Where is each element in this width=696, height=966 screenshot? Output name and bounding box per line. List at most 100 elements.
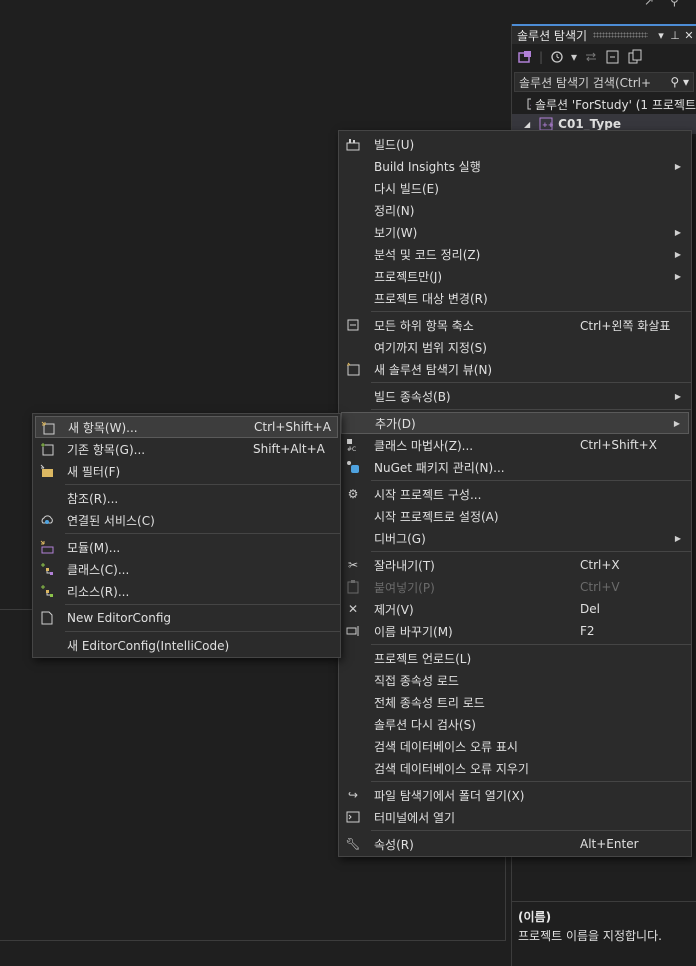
- menu-item-clear-db-errors[interactable]: 검색 데이터베이스 오류 지우기: [339, 757, 691, 779]
- menu-separator: [371, 781, 691, 782]
- menu-item-rename[interactable]: 이름 바꾸기(M) F2: [339, 620, 691, 642]
- menu-item-build[interactable]: 빌드(U): [339, 133, 691, 155]
- existing-item-icon: [39, 441, 55, 457]
- nuget-icon: [345, 459, 361, 475]
- menu-separator: [371, 644, 691, 645]
- menu-item-build-dependencies[interactable]: 빌드 종속성(B) ▶: [339, 385, 691, 407]
- solution-explorer-title-bar[interactable]: 솔루션 탐색기 ▾ ⊥ ✕: [512, 24, 696, 44]
- collapse-all-icon[interactable]: [605, 49, 621, 65]
- menu-item-retarget[interactable]: 프로젝트 대상 변경(R): [339, 287, 691, 309]
- wrench-icon: 🔧︎: [345, 837, 361, 851]
- title-bar-icons: ↗ ⚲: [636, 0, 696, 8]
- search-icon[interactable]: ⚲ ▾: [666, 75, 693, 89]
- menu-item-existing-item[interactable]: 기존 항목(G)... Shift+Alt+A: [33, 438, 340, 460]
- menu-item-new-editorconfig[interactable]: New EditorConfig: [33, 607, 340, 629]
- submenu-arrow-icon: ▶: [674, 161, 681, 171]
- menu-item-scope-to-this[interactable]: 여기까지 범위 지정(S): [339, 336, 691, 358]
- menu-item-view[interactable]: 보기(W) ▶: [339, 221, 691, 243]
- solution-explorer-title: 솔루션 탐색기: [517, 28, 588, 43]
- menu-item-collapse-all[interactable]: 모든 하위 항목 축소 Ctrl+왼쪽 화살표: [339, 314, 691, 336]
- menu-item-show-db-errors[interactable]: 검색 데이터베이스 오류 표시: [339, 735, 691, 757]
- menu-item-add[interactable]: 추가(D) ▶: [341, 412, 689, 434]
- menu-item-class[interactable]: 클래스(C)...: [33, 558, 340, 580]
- drag-grip[interactable]: [593, 32, 648, 38]
- menu-item-new-explorer-view[interactable]: 새 솔루션 탐색기 뷰(N): [339, 358, 691, 380]
- menu-item-load-direct-deps[interactable]: 직접 종속성 로드: [339, 669, 691, 691]
- expand-icon[interactable]: ◢: [524, 120, 530, 129]
- scissors-icon: ✂: [347, 558, 359, 572]
- solution-search-input[interactable]: 솔루션 탐색기 검색(Ctrl+ ⚲ ▾: [514, 72, 694, 92]
- sync-icon[interactable]: [583, 49, 599, 65]
- menu-item-open-in-terminal[interactable]: 터미널에서 열기: [339, 806, 691, 828]
- close-icon[interactable]: ✕: [682, 29, 696, 42]
- popout-icon[interactable]: ↗: [644, 0, 654, 8]
- menu-item-debug[interactable]: 디버그(G) ▶: [339, 527, 691, 549]
- menu-item-build-insights[interactable]: Build Insights 실행 ▶: [339, 155, 691, 177]
- submenu-arrow-icon: ▶: [674, 271, 681, 281]
- menu-item-analyze[interactable]: 분석 및 코드 정리(Z) ▶: [339, 243, 691, 265]
- menu-item-new-item[interactable]: 새 항목(W)... Ctrl+Shift+A: [35, 416, 338, 438]
- file-icon: [39, 610, 55, 626]
- menu-separator: [371, 480, 691, 481]
- menu-item-properties[interactable]: 🔧︎ 속성(R) Alt+Enter: [339, 833, 691, 855]
- module-icon: [39, 539, 55, 555]
- pin-icon[interactable]: ⊥: [668, 29, 682, 42]
- menu-item-unload-project[interactable]: 프로젝트 언로드(L): [339, 647, 691, 669]
- menu-item-nuget[interactable]: NuGet 패키지 관리(N)...: [339, 456, 691, 478]
- cpp-project-icon: ++: [539, 117, 554, 131]
- menu-item-new-filter[interactable]: 새 필터(F): [33, 460, 340, 482]
- solution-label: 솔루션 'ForStudy' (1 프로젝트: [534, 97, 696, 112]
- show-all-files-icon[interactable]: [627, 49, 643, 65]
- rename-icon: [345, 623, 361, 639]
- project-context-menu: 빌드(U) Build Insights 실행 ▶ 다시 빌드(E) 정리(N)…: [338, 130, 692, 857]
- menu-item-reference[interactable]: 참조(R)...: [33, 487, 340, 509]
- menu-separator: [65, 631, 340, 632]
- history-dropdown-icon[interactable]: ▾: [571, 50, 577, 64]
- menu-item-paste[interactable]: 붙여넣기(P) Ctrl+V: [339, 576, 691, 598]
- menu-separator: [371, 382, 691, 383]
- toolbar-separator: |: [539, 50, 544, 64]
- add-submenu: 새 항목(W)... Ctrl+Shift+A 기존 항목(G)... Shif…: [32, 413, 341, 658]
- menu-item-open-in-explorer[interactable]: ↪ 파일 탐색기에서 폴더 열기(X): [339, 784, 691, 806]
- menu-item-class-wizard[interactable]: #C 클래스 마법사(Z)... Ctrl+Shift+X: [339, 434, 691, 456]
- resource-icon: [39, 583, 55, 599]
- search-placeholder: 솔루션 탐색기 검색(Ctrl+: [519, 75, 652, 90]
- menu-item-cut[interactable]: ✂ 잘라내기(T) Ctrl+X: [339, 554, 691, 576]
- collapse-icon: [345, 317, 361, 333]
- solution-explorer-toolbar: | ▾: [512, 44, 696, 70]
- properties-description: (이름) 프로젝트 이름을 지정합니다.: [512, 901, 696, 966]
- menu-item-load-dep-tree[interactable]: 전체 종속성 트리 로드: [339, 691, 691, 713]
- submenu-arrow-icon: ▶: [674, 249, 681, 259]
- svg-text:#C: #C: [347, 446, 356, 452]
- menu-item-new-editorconfig-intellicode[interactable]: 새 EditorConfig(IntelliCode): [33, 634, 340, 656]
- new-view-icon: [345, 361, 361, 377]
- connected-service-icon: [39, 512, 55, 528]
- vs-switch-view-icon[interactable]: [517, 49, 533, 65]
- project-label: C01_Type: [558, 117, 621, 131]
- solution-tree: 솔루션 'ForStudy' (1 프로젝트 ◢ ++ C01_Type: [512, 92, 696, 134]
- paste-icon: [345, 579, 361, 595]
- history-icon[interactable]: [549, 49, 565, 65]
- menu-item-module[interactable]: 모듈(M)...: [33, 536, 340, 558]
- menu-item-configure-startup[interactable]: ⚙ 시작 프로젝트 구성...: [339, 483, 691, 505]
- submenu-arrow-icon: ▶: [674, 391, 681, 401]
- menu-separator: [65, 533, 340, 534]
- account-icon[interactable]: ⚲: [670, 0, 679, 8]
- panel-options-icon[interactable]: ▾: [654, 29, 668, 42]
- menu-item-project-only[interactable]: 프로젝트만(J) ▶: [339, 265, 691, 287]
- menu-item-resource[interactable]: 리소스(R)...: [33, 580, 340, 602]
- remove-icon: ✕: [347, 602, 359, 616]
- submenu-arrow-icon: ▶: [674, 533, 681, 543]
- gear-icon: ⚙: [347, 487, 359, 501]
- menu-separator: [65, 484, 340, 485]
- tree-item-solution[interactable]: 솔루션 'ForStudy' (1 프로젝트: [512, 94, 696, 114]
- menu-item-remove[interactable]: ✕ 제거(V) Del: [339, 598, 691, 620]
- menu-separator: [65, 604, 340, 605]
- menu-item-connected-service[interactable]: 연결된 서비스(C): [33, 509, 340, 531]
- menu-item-rescan-solution[interactable]: 솔루션 다시 검사(S): [339, 713, 691, 735]
- editor-divider-bottom: [0, 940, 506, 941]
- new-filter-icon: [39, 463, 55, 479]
- menu-item-rebuild[interactable]: 다시 빌드(E): [339, 177, 691, 199]
- menu-item-clean[interactable]: 정리(N): [339, 199, 691, 221]
- menu-item-set-startup[interactable]: 시작 프로젝트로 설정(A): [339, 505, 691, 527]
